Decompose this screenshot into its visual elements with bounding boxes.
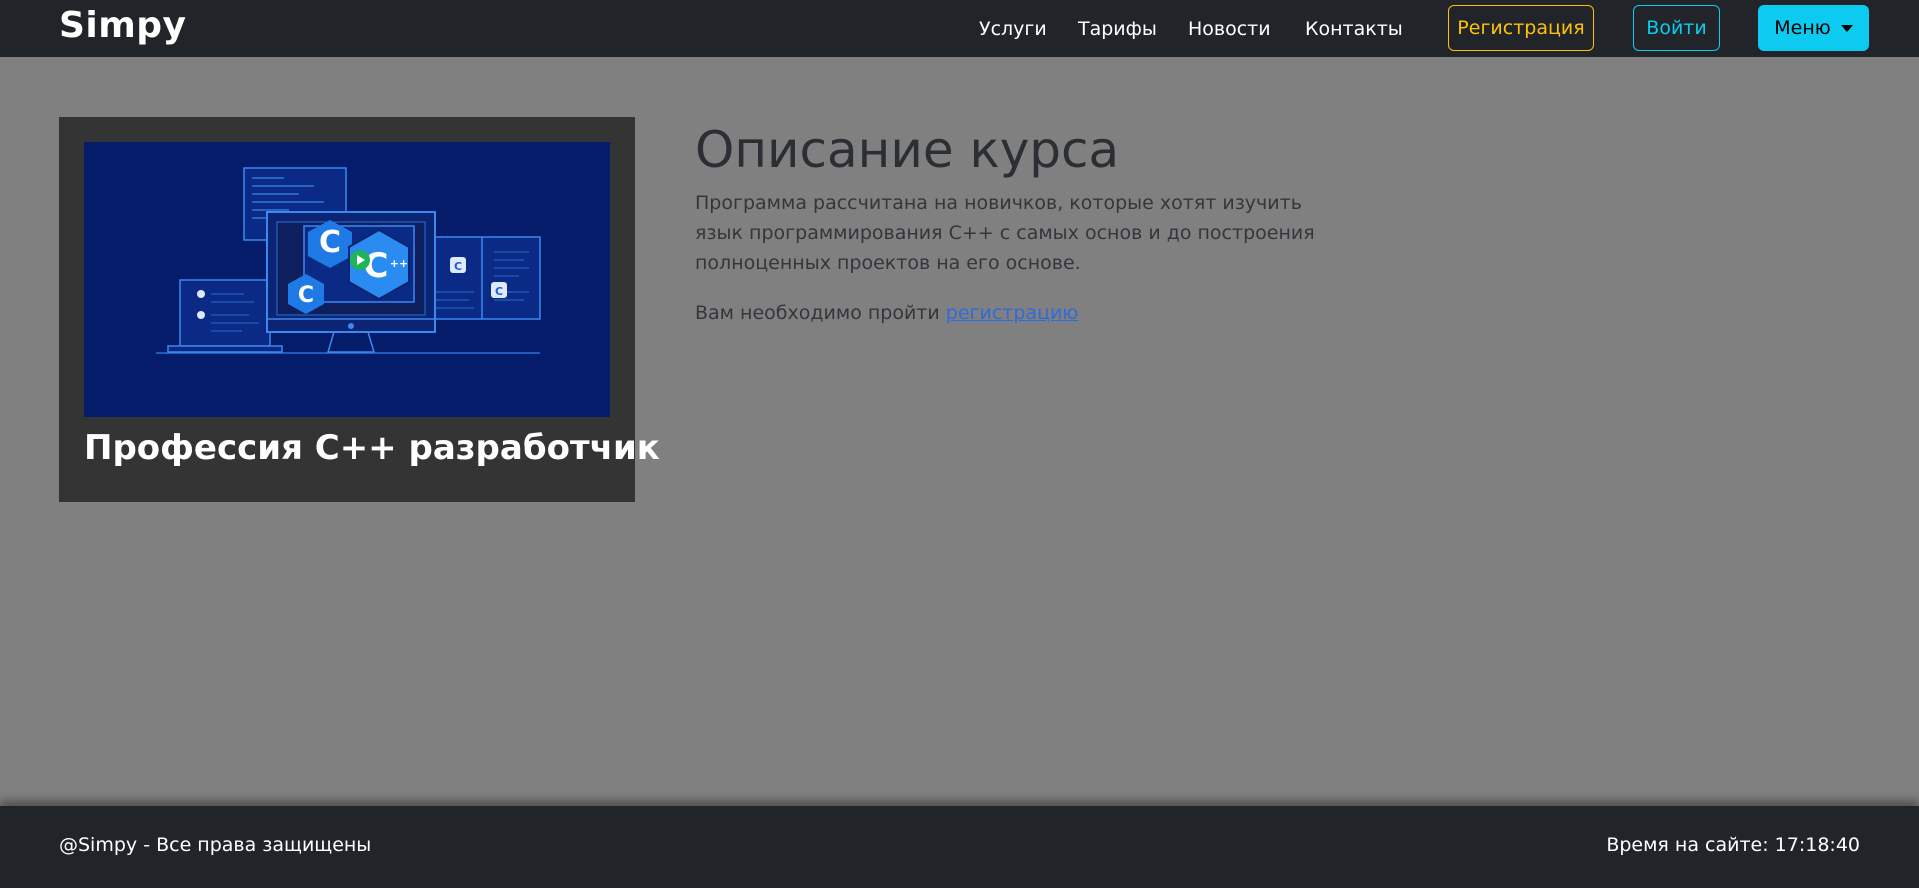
site-time: Время на сайте: 17:18:40 — [1606, 834, 1860, 856]
svg-text:C: C — [319, 225, 341, 260]
registration-link[interactable]: регистрацию — [946, 302, 1079, 324]
registration-notice-text: Вам необходимо пройти — [695, 302, 940, 324]
course-card-title: Профессия C++ разработчик — [84, 428, 660, 468]
footer: @Simpy - Все права защищены Время на сай… — [0, 806, 1919, 888]
cpp-devices-illustration-icon: C C C C C ++ — [84, 142, 610, 417]
course-card[interactable]: C C C C C ++ Профессия C++ разработчик — [59, 117, 660, 502]
site-time-label: Время на сайте: — [1606, 834, 1769, 856]
svg-text:C: C — [495, 285, 503, 298]
svg-text:++: ++ — [390, 257, 408, 270]
registration-notice: Вам необходимо пройти регистрацию — [695, 298, 1078, 328]
brand-logo[interactable]: Simpy — [59, 3, 187, 49]
menu-button-label: Меню — [1774, 17, 1831, 39]
register-button[interactable]: Регистрация — [1448, 5, 1594, 51]
nav-link-news[interactable]: Новости — [1188, 17, 1271, 41]
nav-link-contacts[interactable]: Контакты — [1305, 17, 1403, 41]
navbar: Simpy Услуги Тарифы Новости Контакты Рег… — [0, 0, 1919, 57]
caret-down-icon — [1840, 24, 1853, 32]
footer-copyright: @Simpy - Все права защищены — [59, 834, 372, 856]
site-time-value: 17:18:40 — [1774, 834, 1860, 856]
nav-link-services[interactable]: Услуги — [979, 17, 1047, 41]
svg-text:C: C — [454, 260, 462, 273]
course-description: Программа рассчитана на новичков, которы… — [695, 192, 1315, 274]
menu-dropdown-button[interactable]: Меню — [1758, 5, 1869, 51]
nav-link-tariffs[interactable]: Тарифы — [1078, 17, 1157, 41]
svg-text:C: C — [298, 283, 314, 308]
page-title: Описание курса — [695, 121, 1120, 179]
login-button[interactable]: Войти — [1633, 5, 1720, 51]
